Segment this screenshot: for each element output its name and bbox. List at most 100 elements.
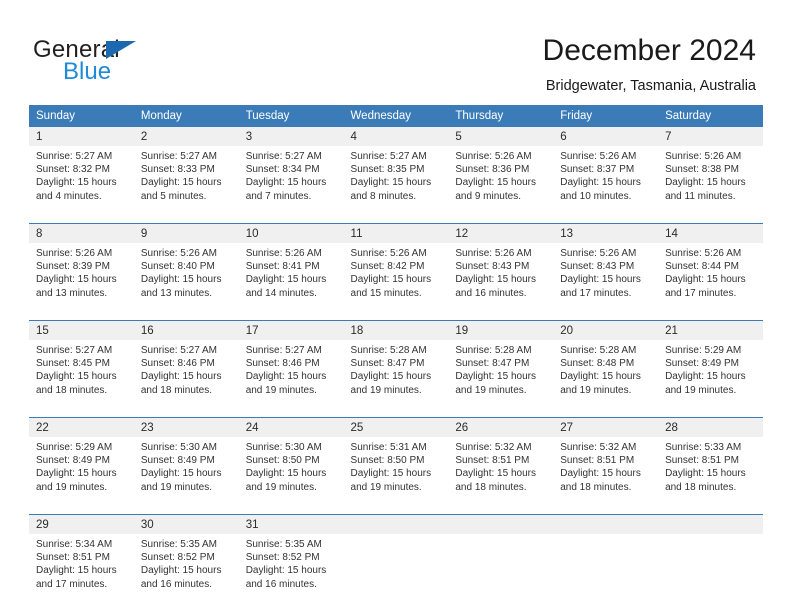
- day-number[interactable]: 27: [553, 417, 659, 437]
- day-cell[interactable]: Sunrise: 5:27 AM Sunset: 8:35 PM Dayligh…: [343, 146, 449, 224]
- sunset-text: Sunset: 8:52 PM: [245, 552, 320, 564]
- calendar-weekday-header: Sunday Monday Tuesday Wednesday Thursday…: [29, 105, 763, 127]
- sunset-text: Sunset: 8:46 PM: [245, 358, 320, 370]
- daylight-text-line2: and 18 minutes.: [140, 384, 213, 396]
- daylight-text-line2: and 9 minutes.: [455, 190, 521, 202]
- day-cell[interactable]: Sunrise: 5:26 AM Sunset: 8:41 PM Dayligh…: [238, 243, 344, 321]
- daylight-text-line1: Daylight: 15 hours: [560, 274, 641, 286]
- day-cell[interactable]: Sunrise: 5:34 AM Sunset: 8:51 PM Dayligh…: [29, 534, 134, 611]
- daylight-text-line2: and 19 minutes.: [245, 481, 317, 493]
- day-number[interactable]: 1: [29, 127, 134, 146]
- day-number[interactable]: 30: [133, 514, 239, 534]
- daylight-text-line1: Daylight: 15 hours: [560, 371, 641, 383]
- day-cell[interactable]: Sunrise: 5:26 AM Sunset: 8:36 PM Dayligh…: [448, 146, 554, 224]
- day-number[interactable]: 15: [29, 320, 134, 340]
- sunrise-text: Sunrise: 5:28 AM: [455, 345, 532, 356]
- day-cell[interactable]: Sunrise: 5:27 AM Sunset: 8:33 PM Dayligh…: [133, 146, 239, 224]
- daylight-text-line1: Daylight: 15 hours: [245, 565, 327, 577]
- day-cell[interactable]: Sunrise: 5:33 AM Sunset: 8:51 PM Dayligh…: [658, 437, 763, 515]
- day-cell[interactable]: Sunrise: 5:35 AM Sunset: 8:52 PM Dayligh…: [238, 534, 344, 611]
- day-cell[interactable]: Sunrise: 5:26 AM Sunset: 8:43 PM Dayligh…: [448, 243, 554, 321]
- daylight-text-line1: Daylight: 15 hours: [560, 177, 641, 189]
- daylight-text-line2: and 19 minutes.: [245, 384, 317, 396]
- day-number[interactable]: 5: [448, 127, 554, 146]
- day-number[interactable]: 26: [448, 417, 554, 437]
- day-cell[interactable]: Sunrise: 5:26 AM Sunset: 8:42 PM Dayligh…: [343, 243, 449, 321]
- day-number[interactable]: 6: [553, 127, 659, 146]
- day-cell[interactable]: Sunrise: 5:26 AM Sunset: 8:37 PM Dayligh…: [553, 146, 659, 224]
- day-cell[interactable]: Sunrise: 5:29 AM Sunset: 8:49 PM Dayligh…: [658, 340, 763, 418]
- day-cell[interactable]: Sunrise: 5:30 AM Sunset: 8:49 PM Dayligh…: [133, 437, 239, 515]
- day-cell[interactable]: Sunrise: 5:27 AM Sunset: 8:45 PM Dayligh…: [29, 340, 134, 418]
- daylight-text-line1: Daylight: 15 hours: [665, 177, 746, 189]
- sunrise-text: Sunrise: 5:26 AM: [560, 248, 637, 259]
- week-1-daynumber-row: 1 2 3 4 5 6 7: [29, 127, 763, 146]
- day-number[interactable]: 16: [133, 320, 239, 340]
- day-cell[interactable]: Sunrise: 5:26 AM Sunset: 8:38 PM Dayligh…: [658, 146, 763, 224]
- sunset-text: Sunset: 8:39 PM: [36, 261, 110, 273]
- sunrise-text: Sunrise: 5:26 AM: [350, 248, 427, 259]
- day-number[interactable]: 28: [658, 417, 763, 437]
- day-number[interactable]: 19: [448, 320, 554, 340]
- day-cell[interactable]: Sunrise: 5:35 AM Sunset: 8:52 PM Dayligh…: [133, 534, 239, 611]
- sunrise-text: Sunrise: 5:27 AM: [245, 151, 322, 162]
- day-number[interactable]: 29: [29, 514, 134, 534]
- day-cell[interactable]: Sunrise: 5:26 AM Sunset: 8:43 PM Dayligh…: [553, 243, 659, 321]
- day-cell[interactable]: Sunrise: 5:30 AM Sunset: 8:50 PM Dayligh…: [238, 437, 344, 515]
- sunset-text: Sunset: 8:43 PM: [455, 261, 530, 273]
- day-cell[interactable]: Sunrise: 5:31 AM Sunset: 8:50 PM Dayligh…: [343, 437, 449, 515]
- day-cell[interactable]: Sunrise: 5:32 AM Sunset: 8:51 PM Dayligh…: [448, 437, 554, 515]
- day-number[interactable]: 21: [658, 320, 763, 340]
- day-number[interactable]: 20: [553, 320, 659, 340]
- daylight-text-line2: and 8 minutes.: [350, 190, 417, 202]
- day-cell[interactable]: Sunrise: 5:26 AM Sunset: 8:44 PM Dayligh…: [658, 243, 763, 321]
- general-blue-logo[interactable]: General Blue: [33, 36, 233, 86]
- week-5-daynumber-row: 29 30 31: [29, 514, 763, 534]
- day-number[interactable]: 9: [133, 223, 239, 243]
- day-number[interactable]: 22: [29, 417, 134, 437]
- day-number[interactable]: 18: [343, 320, 449, 340]
- day-number[interactable]: 11: [343, 223, 449, 243]
- daylight-text-line2: and 16 minutes.: [245, 578, 317, 590]
- sunrise-text: Sunrise: 5:26 AM: [560, 151, 637, 162]
- daylight-text-line1: Daylight: 15 hours: [455, 274, 536, 286]
- day-cell[interactable]: Sunrise: 5:26 AM Sunset: 8:40 PM Dayligh…: [133, 243, 239, 321]
- daylight-text-line2: and 11 minutes.: [665, 190, 736, 202]
- day-number-empty: [658, 514, 763, 534]
- day-number[interactable]: 13: [553, 223, 659, 243]
- day-number[interactable]: 31: [238, 514, 344, 534]
- daylight-text-line1: Daylight: 15 hours: [36, 371, 117, 383]
- day-cell[interactable]: Sunrise: 5:27 AM Sunset: 8:46 PM Dayligh…: [133, 340, 239, 418]
- day-number[interactable]: 10: [238, 223, 344, 243]
- day-number[interactable]: 12: [448, 223, 554, 243]
- day-number[interactable]: 23: [133, 417, 239, 437]
- day-cell[interactable]: Sunrise: 5:29 AM Sunset: 8:49 PM Dayligh…: [29, 437, 134, 515]
- day-number[interactable]: 3: [238, 127, 344, 146]
- day-cell[interactable]: Sunrise: 5:27 AM Sunset: 8:32 PM Dayligh…: [29, 146, 134, 224]
- weekday-header-row: Sunday Monday Tuesday Wednesday Thursday…: [29, 105, 763, 127]
- day-cell[interactable]: Sunrise: 5:28 AM Sunset: 8:47 PM Dayligh…: [448, 340, 554, 418]
- daylight-text-line1: Daylight: 15 hours: [36, 468, 117, 480]
- day-cell[interactable]: Sunrise: 5:27 AM Sunset: 8:46 PM Dayligh…: [238, 340, 344, 418]
- page-subtitle-location: Bridgewater, Tasmania, Australia: [545, 78, 756, 94]
- day-number[interactable]: 8: [29, 223, 134, 243]
- daylight-text-line2: and 13 minutes.: [36, 287, 108, 299]
- daylight-text-line1: Daylight: 15 hours: [36, 177, 117, 189]
- day-number[interactable]: 14: [658, 223, 763, 243]
- weekday-header-wednesday: Wednesday: [343, 105, 449, 127]
- day-number[interactable]: 4: [343, 127, 449, 146]
- day-cell[interactable]: Sunrise: 5:27 AM Sunset: 8:34 PM Dayligh…: [238, 146, 344, 224]
- day-number[interactable]: 7: [658, 127, 763, 146]
- day-number[interactable]: 24: [238, 417, 344, 437]
- day-cell[interactable]: Sunrise: 5:32 AM Sunset: 8:51 PM Dayligh…: [553, 437, 659, 515]
- day-number[interactable]: 25: [343, 417, 449, 437]
- sunset-text: Sunset: 8:42 PM: [350, 261, 425, 273]
- day-cell[interactable]: Sunrise: 5:28 AM Sunset: 8:47 PM Dayligh…: [343, 340, 449, 418]
- sunset-text: Sunset: 8:32 PM: [36, 164, 110, 176]
- daylight-text-line1: Daylight: 15 hours: [665, 274, 746, 286]
- day-number[interactable]: 2: [133, 127, 239, 146]
- day-number[interactable]: 17: [238, 320, 344, 340]
- day-cell[interactable]: Sunrise: 5:26 AM Sunset: 8:39 PM Dayligh…: [29, 243, 134, 321]
- page-title: December 2024: [542, 34, 756, 67]
- day-cell[interactable]: Sunrise: 5:28 AM Sunset: 8:48 PM Dayligh…: [553, 340, 659, 418]
